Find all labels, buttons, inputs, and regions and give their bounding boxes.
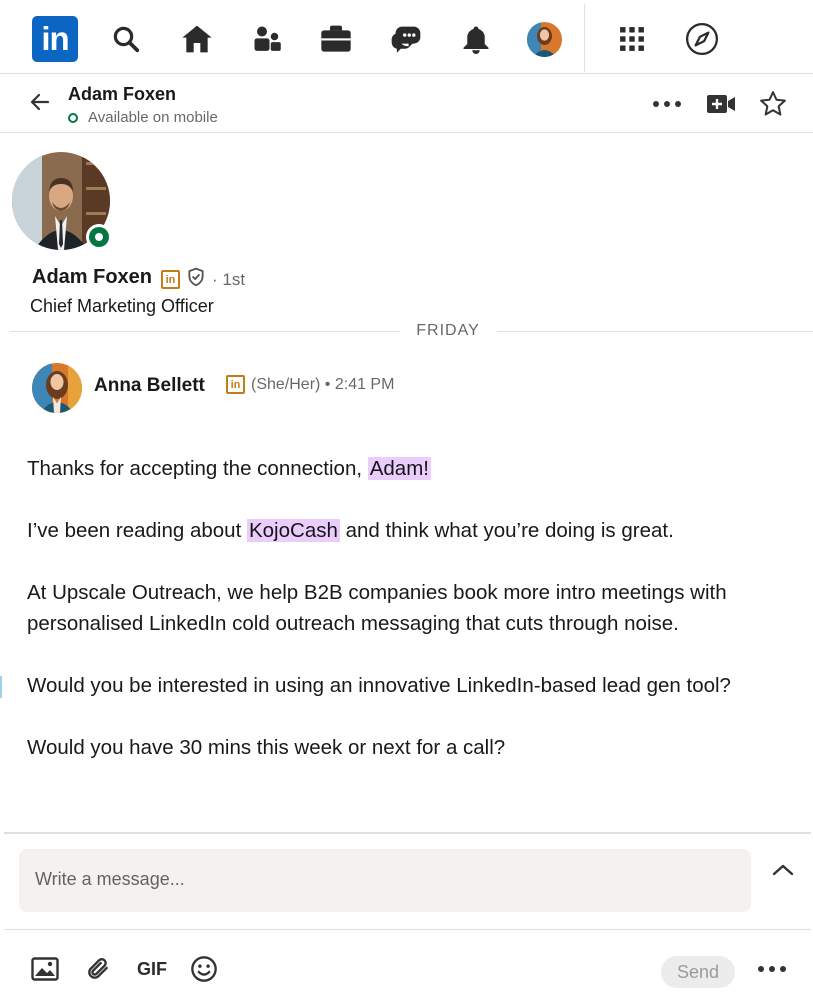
message-input[interactable]: Write a message... — [19, 849, 751, 912]
me-avatar[interactable] — [521, 16, 567, 62]
message-meta: in (She/Her) • 2:41 PM — [226, 375, 394, 394]
more-options-icon[interactable] — [652, 89, 682, 119]
gif-button[interactable]: GIF — [135, 954, 169, 984]
online-status-icon — [68, 112, 78, 123]
message-paragraph: At Upscale Outreach, we help B2B compani… — [27, 581, 727, 635]
global-nav: in — [0, 0, 813, 74]
availability-status: Available on mobile — [68, 109, 218, 126]
profile-name[interactable]: Adam Foxen — [32, 266, 152, 289]
premium-badge-icon: in — [226, 375, 245, 394]
conversation-header: Adam Foxen Available on mobile — [0, 75, 813, 133]
jobs-icon[interactable] — [313, 16, 359, 62]
availability-text: Available on mobile — [88, 109, 218, 126]
video-call-icon[interactable] — [706, 89, 736, 119]
sender-name[interactable]: Anna Bellett — [94, 375, 205, 397]
search-icon[interactable] — [103, 16, 149, 62]
day-divider-label: FRIDAY — [416, 322, 480, 339]
conversation-name[interactable]: Adam Foxen — [68, 84, 176, 105]
online-status-badge — [86, 224, 112, 250]
composer-divider — [4, 832, 811, 834]
linkedin-logo[interactable]: in — [32, 16, 78, 62]
notifications-icon[interactable] — [453, 16, 499, 62]
highlighted-text: KojoCash — [246, 519, 340, 542]
message-paragraph: I’ve been reading about KojoCash and thi… — [27, 519, 674, 542]
composer-more-options-icon[interactable] — [757, 954, 787, 984]
scroll-marker — [0, 676, 2, 698]
profile-headline: Chief Marketing Officer — [30, 296, 214, 316]
pronouns-timestamp: (She/Her) • 2:41 PM — [251, 375, 395, 393]
profile-badges: in · 1st — [161, 267, 245, 292]
premium-badge-icon: in — [161, 270, 180, 289]
day-divider-line-left — [10, 331, 400, 332]
nav-divider — [584, 4, 585, 72]
sender-avatar[interactable] — [32, 363, 82, 413]
back-arrow-icon[interactable] — [28, 90, 52, 114]
attach-file-paperclip-icon[interactable] — [84, 954, 112, 984]
send-button[interactable]: Send — [661, 956, 735, 988]
highlighted-text: Adam! — [367, 457, 431, 480]
emoji-icon[interactable] — [190, 954, 218, 984]
message-paragraph: Would you have 30 mins this week or next… — [27, 736, 506, 759]
apps-grid-icon[interactable] — [609, 16, 655, 62]
messaging-icon[interactable] — [383, 16, 429, 62]
network-icon[interactable] — [244, 16, 290, 62]
message-body: Thanks for accepting the connection, Ada… — [27, 453, 797, 794]
verified-shield-icon — [186, 267, 206, 292]
explore-icon[interactable] — [679, 16, 725, 62]
day-divider-line-right — [497, 331, 813, 332]
connection-degree: · 1st — [212, 269, 246, 289]
star-icon[interactable] — [758, 89, 788, 119]
expand-composer-chevron-icon[interactable] — [770, 857, 796, 883]
message-paragraph: Thanks for accepting the connection, Ada… — [27, 457, 431, 480]
attach-image-icon[interactable] — [31, 954, 59, 984]
toolbar-divider — [4, 929, 811, 930]
message-paragraph: Would you be interested in using an inno… — [27, 674, 731, 697]
home-icon[interactable] — [174, 16, 220, 62]
